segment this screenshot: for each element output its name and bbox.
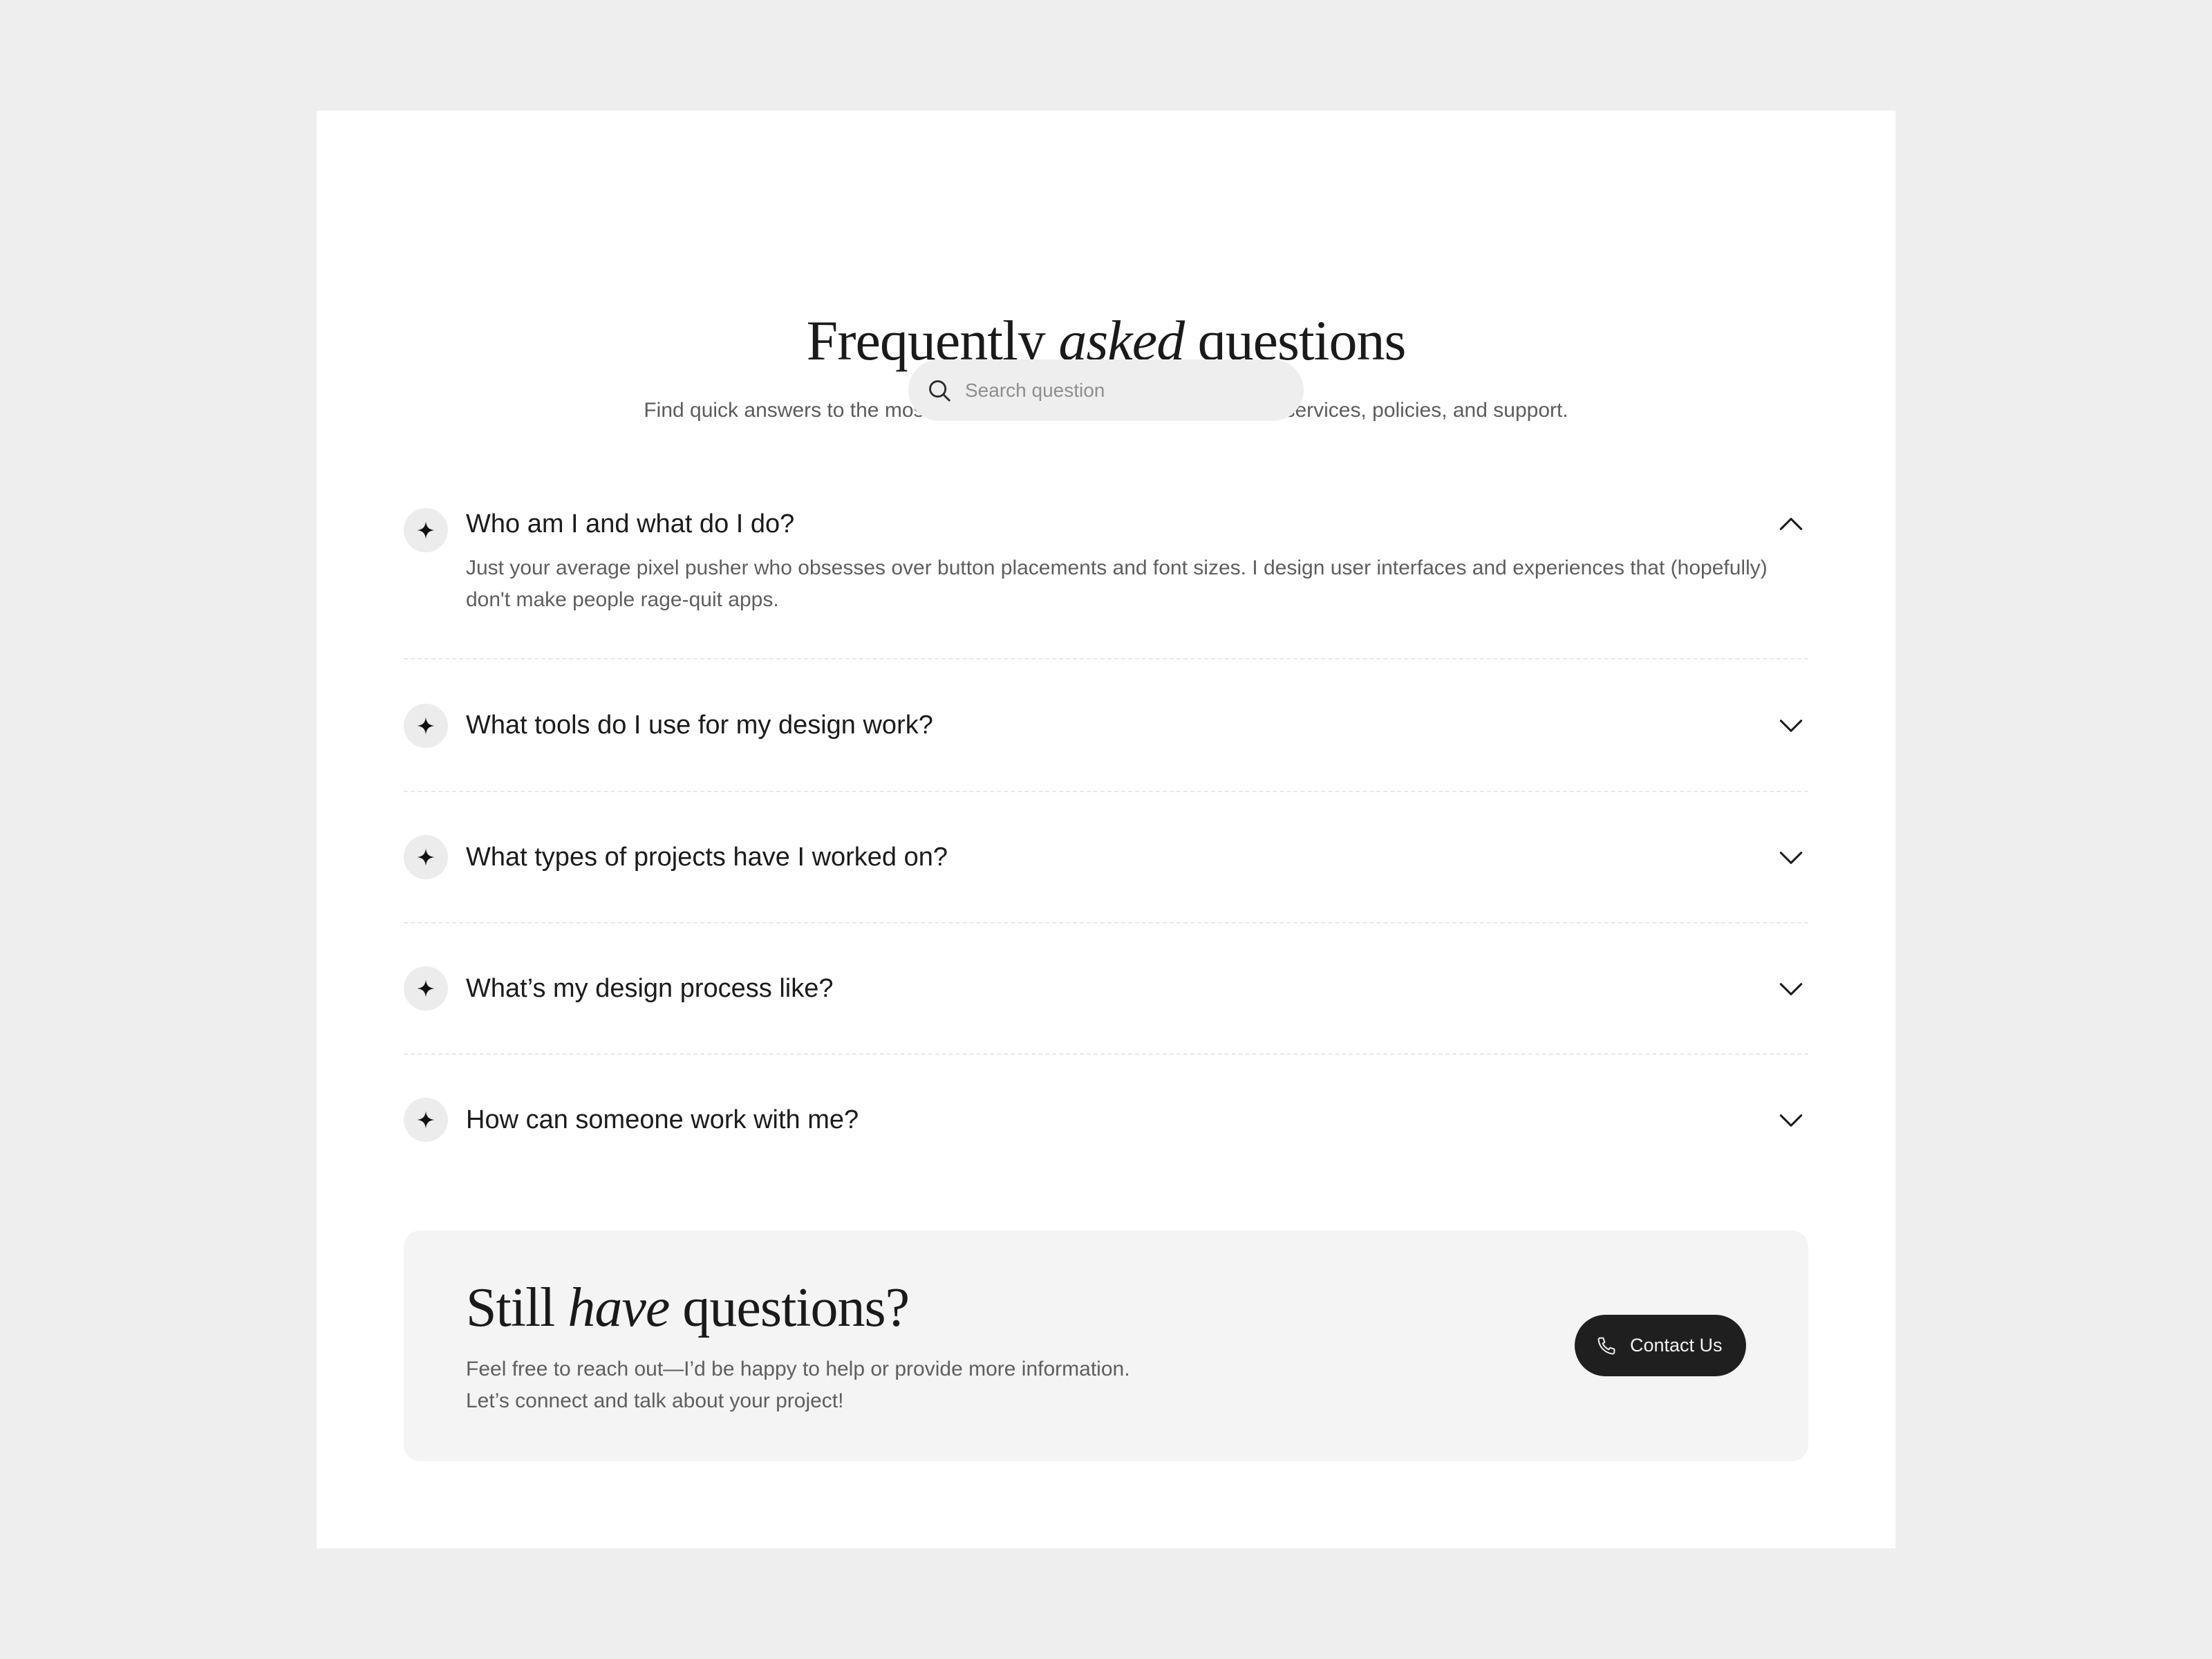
- search-icon: [926, 377, 953, 404]
- chevron-down-icon[interactable]: [1774, 972, 1808, 1006]
- faq-question[interactable]: What tools do I use for my design work?: [466, 708, 933, 742]
- cta-line-1: Feel free to reach out—I’d be happy to h…: [466, 1358, 1130, 1380]
- faq-divider: [404, 791, 1808, 792]
- faq-question[interactable]: What types of projects have I worked on?: [466, 840, 948, 874]
- cta-description: Feel free to reach out—I’d be happy to h…: [466, 1353, 1226, 1417]
- faq-item-5[interactable]: How can someone work with me?: [404, 1098, 1808, 1142]
- faq-item-1[interactable]: Who am I and what do I do? Just your ave…: [404, 507, 1808, 624]
- faq-divider: [404, 658, 1808, 659]
- chevron-up-icon[interactable]: [1774, 507, 1808, 541]
- faq-question[interactable]: How can someone work with me?: [466, 1103, 859, 1137]
- faq-question[interactable]: What’s my design process like?: [466, 971, 834, 1006]
- cta-title: Still have questions?: [466, 1273, 910, 1342]
- faq-item-2[interactable]: What tools do I use for my design work?: [404, 704, 1808, 748]
- sparkle-icon: [404, 835, 448, 879]
- faq-divider: [404, 1053, 1808, 1055]
- cta-title-emphasis: have: [568, 1277, 670, 1338]
- chevron-down-icon[interactable]: [1774, 709, 1808, 743]
- cta-title-part: Still: [466, 1277, 568, 1338]
- sparkle-icon: [404, 1098, 448, 1142]
- chevron-down-icon[interactable]: [1774, 841, 1808, 875]
- faq-answer: Just your average pixel pusher who obses…: [466, 556, 1768, 611]
- faq-item-3[interactable]: What types of projects have I worked on?: [404, 835, 1808, 879]
- contact-cta: Still have questions? Feel free to reach…: [404, 1230, 1808, 1461]
- phone-icon: [1595, 1335, 1630, 1357]
- sparkle-icon: [404, 704, 448, 748]
- chevron-down-icon[interactable]: [1774, 1103, 1808, 1138]
- cta-line-2: Let’s connect and talk about your projec…: [466, 1389, 844, 1412]
- contact-us-label: Contact Us: [1630, 1335, 1723, 1356]
- sparkle-icon: [404, 966, 448, 1011]
- search-bar[interactable]: [908, 359, 1304, 421]
- faq-item-4[interactable]: What’s my design process like?: [404, 966, 1808, 1011]
- contact-us-button[interactable]: Contact Us: [1575, 1315, 1746, 1376]
- search-input[interactable]: [964, 368, 1284, 412]
- faq-divider: [404, 922, 1808, 924]
- cta-title-part: questions?: [669, 1277, 910, 1338]
- faq-question[interactable]: Who am I and what do I do?: [466, 507, 794, 541]
- sparkle-icon: [404, 508, 448, 552]
